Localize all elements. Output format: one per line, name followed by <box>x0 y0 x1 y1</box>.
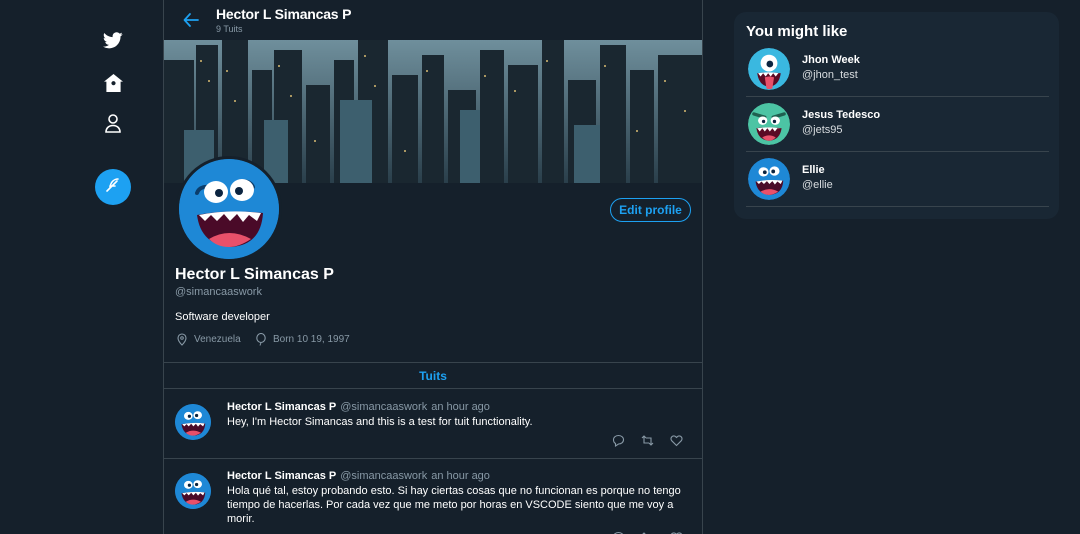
retweet-icon[interactable] <box>641 434 654 447</box>
compose-feather-icon <box>105 177 121 198</box>
tweet-item[interactable]: Hector L Simancas P @simancaaswork an hour… <box>164 459 702 534</box>
like-icon[interactable] <box>670 434 683 447</box>
back-arrow-icon[interactable] <box>182 11 200 29</box>
profile-tabs: Tuits <box>164 362 702 389</box>
location-text: Venezuela <box>194 334 241 345</box>
compose-button[interactable] <box>95 169 131 205</box>
suggestions-title: You might like <box>746 23 848 40</box>
suggestion-handle: @jhon_test <box>802 69 858 81</box>
suggestion-name: Jhon Week <box>802 54 860 66</box>
tweet-actions <box>612 434 683 447</box>
tweet-author[interactable]: Hector L Simancas P <box>227 470 336 482</box>
profile-column: Hector L Simancas P 9 Tuits Edit profile… <box>163 0 703 534</box>
profile-header: Hector L Simancas P 9 Tuits <box>164 0 702 40</box>
suggestion-handle: @ellie <box>802 179 833 191</box>
avatar[interactable] <box>748 158 790 200</box>
tweet-time: an hour ago <box>431 401 490 413</box>
suggestion-handle: @jets95 <box>802 124 843 136</box>
avatar[interactable] <box>175 473 211 509</box>
suggestion-item[interactable]: Ellie @ellie <box>746 152 1049 207</box>
tab-tuits[interactable]: Tuits <box>419 369 447 383</box>
avatar[interactable] <box>748 103 790 145</box>
tweet-item[interactable]: Hector L Simancas P @simancaaswork an hour… <box>164 389 702 459</box>
suggestion-name: Jesus Tedesco <box>802 109 881 121</box>
profile-birthday: Born 10 19, 1997 <box>255 333 350 346</box>
tweet-handle: @simancaaswork <box>340 470 428 482</box>
tweet-text: Hola qué tal, estoy probando esto. Si ha… <box>227 485 681 525</box>
tweet-header: Hector L Simancas P @simancaaswork an hour… <box>227 401 490 413</box>
location-pin-icon <box>177 333 187 346</box>
suggestion-item[interactable]: Jesus Tedesco @jets95 <box>746 97 1049 152</box>
birthday-text: Born 10 19, 1997 <box>273 334 350 345</box>
balloon-icon <box>256 333 266 346</box>
avatar[interactable] <box>175 404 211 440</box>
profile-icon[interactable] <box>90 113 136 133</box>
twitter-bird-icon[interactable] <box>90 30 136 50</box>
profile-location: Venezuela <box>176 333 241 346</box>
avatar[interactable] <box>748 48 790 90</box>
tweet-time: an hour ago <box>431 470 490 482</box>
tweet-count: 9 Tuits <box>216 24 243 34</box>
suggestions-card: You might like Jhon Week @jhon_test Jesu… <box>734 12 1059 219</box>
profile-avatar[interactable] <box>176 156 282 262</box>
profile-handle: @simancaaswork <box>175 286 262 298</box>
side-nav <box>90 0 136 534</box>
header-name: Hector L Simancas P <box>216 6 352 22</box>
suggestion-item[interactable]: Jhon Week @jhon_test <box>746 42 1049 97</box>
reply-icon[interactable] <box>612 434 625 447</box>
tweet-author[interactable]: Hector L Simancas P <box>227 401 336 413</box>
profile-name: Hector L Simancas P <box>175 266 334 283</box>
home-icon[interactable] <box>90 73 136 93</box>
tweet-handle: @simancaaswork <box>340 401 428 413</box>
tweet-header: Hector L Simancas P @simancaaswork an hour… <box>227 470 490 482</box>
suggestion-name: Ellie <box>802 164 825 176</box>
edit-profile-button[interactable]: Edit profile <box>610 198 691 222</box>
tweet-text: Hey, I'm Hector Simancas and this is a t… <box>227 416 533 428</box>
profile-bio: Software developer <box>175 311 270 323</box>
